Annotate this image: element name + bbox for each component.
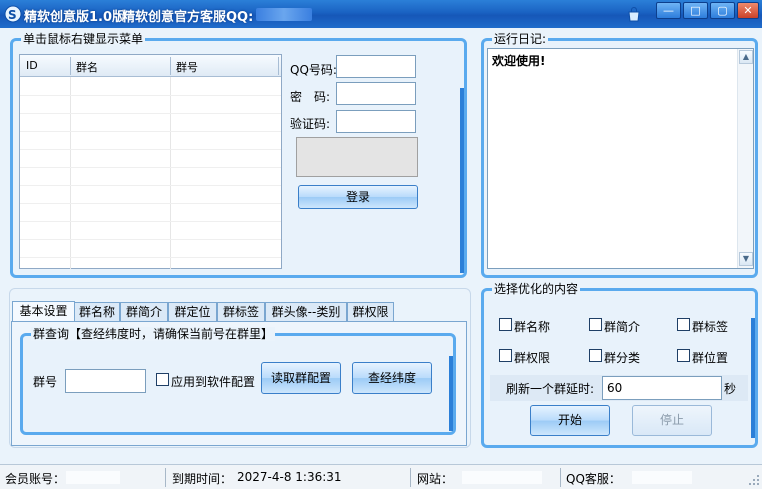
option-group-permissions-checkbox[interactable] xyxy=(499,349,512,362)
log-textarea[interactable]: 欢迎使用! ▲ ▼ xyxy=(487,48,754,269)
check-coordinates-button[interactable]: 查经纬度 xyxy=(352,362,432,394)
option-group-category-label: 群分类 xyxy=(604,351,641,365)
grid-line xyxy=(70,77,71,269)
apply-config-checkbox[interactable] xyxy=(156,373,169,386)
tab-group-location[interactable]: 群定位 xyxy=(168,302,217,322)
optimize-panel: 选择优化的内容 xyxy=(481,282,758,448)
minimize-button[interactable]: — xyxy=(656,2,681,19)
log-content: 欢迎使用! xyxy=(492,54,546,68)
restore-button[interactable]: □ xyxy=(683,2,708,19)
member-account-value xyxy=(66,471,120,484)
tab-group-tags[interactable]: 群标签 xyxy=(217,302,265,322)
login-button[interactable]: 登录 xyxy=(298,185,418,209)
tab-group-intro[interactable]: 群简介 xyxy=(120,302,168,322)
grid-line xyxy=(20,257,281,258)
maximize-button[interactable]: ▢ xyxy=(710,2,735,19)
svg-text:S: S xyxy=(8,8,17,22)
tab-basic-settings[interactable]: 基本设置 xyxy=(12,301,75,323)
grid-line xyxy=(20,203,281,204)
status-separator xyxy=(560,468,561,487)
column-separator[interactable] xyxy=(70,57,71,75)
option-group-tags-checkbox[interactable] xyxy=(677,318,690,331)
qq-label: QQ号码: xyxy=(290,63,337,77)
grid-line xyxy=(20,239,281,240)
log-scrollbar[interactable]: ▲ ▼ xyxy=(737,49,753,268)
stop-button[interactable]: 停止 xyxy=(632,405,712,436)
column-separator[interactable] xyxy=(278,57,279,75)
expire-time-label: 到期时间： xyxy=(172,472,233,486)
grid-line xyxy=(20,221,281,222)
panel-edge-bar xyxy=(751,318,755,438)
account-panel-title: 单击鼠标右键显示菜单 xyxy=(21,32,146,46)
option-group-location-label: 群位置 xyxy=(692,351,729,365)
grid-line xyxy=(20,185,281,186)
scroll-up-icon[interactable]: ▲ xyxy=(739,50,753,64)
grid-line xyxy=(20,131,281,132)
website-label: 网站： xyxy=(417,472,454,486)
delay-input[interactable] xyxy=(602,376,722,400)
expire-time-value: 2027-4-8 1:36:31 xyxy=(237,470,342,484)
group-list-table[interactable]: ID 群名 群号 xyxy=(19,54,282,269)
status-bar: 会员账号： 到期时间： 2027-4-8 1:36:31 网站： QQ客服： xyxy=(0,464,762,489)
option-group-location-checkbox[interactable] xyxy=(677,349,690,362)
column-id[interactable]: ID xyxy=(26,59,38,72)
captcha-image[interactable] xyxy=(296,137,418,177)
tab-group-avatar-category[interactable]: 群头像--类别 xyxy=(265,302,347,322)
tab-group-name[interactable]: 群名称 xyxy=(74,302,120,322)
grid-line xyxy=(20,95,281,96)
qq-input[interactable] xyxy=(336,55,416,78)
column-separator[interactable] xyxy=(170,57,171,75)
member-account-label: 会员账号： xyxy=(5,472,66,486)
service-qq-redacted xyxy=(256,8,312,21)
log-panel-title: 运行日记: xyxy=(492,32,549,46)
title-bar: S 精软创意版1.0版 精软创意官方客服QQ: — □ ▢ ✕ xyxy=(0,0,762,28)
grid-line xyxy=(170,77,171,269)
group-number-input[interactable] xyxy=(65,369,146,393)
option-group-intro-label: 群简介 xyxy=(604,320,641,334)
column-group-name[interactable]: 群名 xyxy=(76,59,98,75)
grid-line xyxy=(20,167,281,168)
website-value[interactable] xyxy=(462,471,542,484)
panel-edge-bar xyxy=(449,356,453,431)
table-header: ID 群名 群号 xyxy=(20,55,281,77)
start-button[interactable]: 开始 xyxy=(530,405,610,436)
option-group-tags-label: 群标签 xyxy=(692,320,729,334)
grid-line xyxy=(20,149,281,150)
app-title: 精软创意版1.0版 xyxy=(24,10,126,25)
group-query-title: 群查询【查经纬度时，请确保当前号在群里】 xyxy=(31,327,276,341)
qq-service-value[interactable] xyxy=(632,471,692,484)
option-group-name-label: 群名称 xyxy=(514,320,551,334)
column-group-number[interactable]: 群号 xyxy=(176,59,198,75)
apply-config-label: 应用到软件配置 xyxy=(171,375,256,389)
scroll-down-icon[interactable]: ▼ xyxy=(739,252,753,266)
captcha-label: 验证码: xyxy=(290,117,331,131)
resize-grip-icon[interactable] xyxy=(748,474,760,486)
option-group-permissions-label: 群权限 xyxy=(514,351,551,365)
delay-unit: 秒 xyxy=(724,382,737,396)
qq-service-label: QQ客服： xyxy=(566,472,621,486)
app-icon: S xyxy=(4,5,22,23)
grid-line xyxy=(20,113,281,114)
status-separator xyxy=(410,468,411,487)
tab-group-permissions[interactable]: 群权限 xyxy=(347,302,394,322)
group-number-label: 群号 xyxy=(33,375,58,389)
password-input[interactable] xyxy=(336,82,416,105)
bag-icon[interactable] xyxy=(626,6,642,22)
service-title: 精软创意官方客服QQ: xyxy=(122,10,254,25)
status-separator xyxy=(165,468,166,487)
option-group-intro-checkbox[interactable] xyxy=(589,318,602,331)
password-label: 密 码: xyxy=(290,90,331,104)
option-group-name-checkbox[interactable] xyxy=(499,318,512,331)
delay-label: 刷新一个群延时: xyxy=(506,382,595,396)
close-button[interactable]: ✕ xyxy=(737,2,759,19)
read-config-button[interactable]: 读取群配置 xyxy=(261,362,341,394)
panel-edge-bar xyxy=(460,88,464,273)
option-group-category-checkbox[interactable] xyxy=(589,349,602,362)
captcha-input[interactable] xyxy=(336,110,416,133)
optimize-panel-title: 选择优化的内容 xyxy=(492,282,581,296)
